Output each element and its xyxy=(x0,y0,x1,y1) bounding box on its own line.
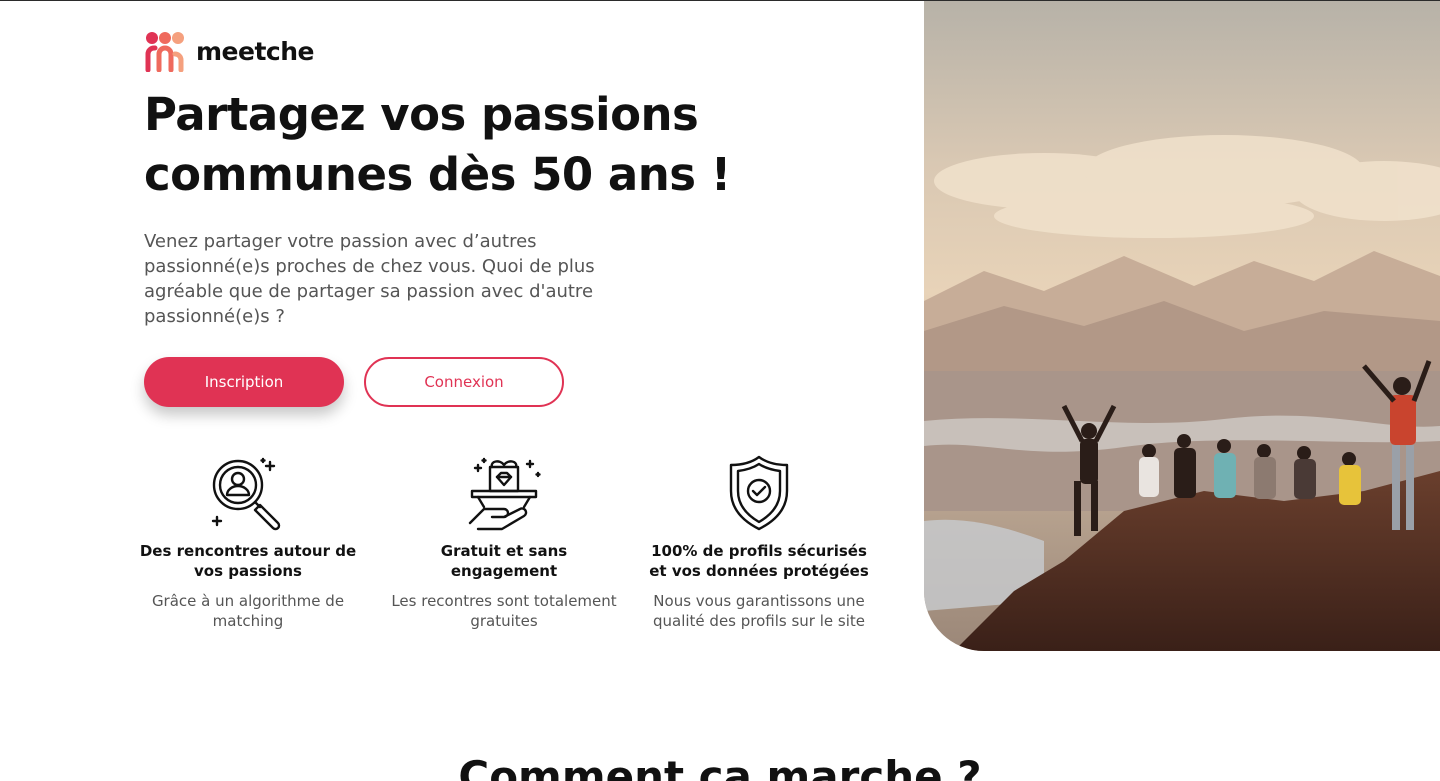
hero-title-line-1: Partagez vos passions xyxy=(144,88,699,141)
feature-matching: Des rencontres autour de vos passions Gr… xyxy=(133,453,363,631)
signup-button[interactable]: Inscription xyxy=(144,357,344,407)
feature-description: Nous vous garantissons une qualité des p… xyxy=(652,592,865,630)
hero-title-line-2: communes dès 50 ans ! xyxy=(144,148,731,201)
feature-title: Gratuit et sans engagement xyxy=(440,542,568,580)
feature-free: Gratuit et sans engagement Les recontres… xyxy=(389,453,619,631)
feature-secure: 100% de profils sécurisés et vos données… xyxy=(644,453,874,631)
logo-people-icon xyxy=(145,32,184,72)
login-button[interactable]: Connexion xyxy=(364,357,564,407)
gift-diamond-icon xyxy=(468,457,541,531)
feature-title: 100% de profils sécurisés et vos données… xyxy=(649,542,869,580)
site-logo[interactable]: meetche xyxy=(144,30,314,72)
brand-name: meetche xyxy=(196,36,314,66)
hero-title: Partagez vos passions communes dès 50 an… xyxy=(144,85,844,205)
hero-image xyxy=(924,1,1440,651)
search-profile-icon xyxy=(211,457,281,531)
shield-check-icon xyxy=(729,455,789,531)
how-it-works-heading: Comment ça marche ? xyxy=(458,752,982,781)
landing-page: meetche Partagez vos passions communes d… xyxy=(0,0,1440,781)
feature-description: Les recontres sont totalement gratuites xyxy=(391,592,617,630)
feature-title: Des rencontres autour de vos passions xyxy=(139,542,357,580)
feature-description: Grâce à un algorithme de matching xyxy=(151,592,345,630)
hero-description: Venez partager votre passion avec d’autr… xyxy=(144,231,595,327)
